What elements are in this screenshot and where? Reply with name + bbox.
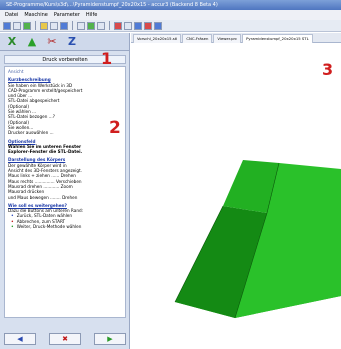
folder-icon[interactable] [40, 21, 48, 30]
zoom-icon[interactable] [77, 21, 85, 30]
next-bullet-icon: • [11, 224, 14, 230]
back-button[interactable]: ◀ [4, 333, 36, 345]
next-button[interactable]: ▶ [94, 333, 126, 345]
tab-cut-icon[interactable]: ✂ [44, 34, 60, 49]
menu-file[interactable]: Datei [5, 12, 18, 18]
tab-document[interactable]: Viewer.prc [213, 34, 242, 43]
tab-x-icon[interactable]: X [4, 34, 20, 49]
3d-model-view [174, 160, 341, 319]
annotation-number-3: 3 [322, 60, 334, 79]
stop-icon[interactable] [114, 21, 122, 30]
annotation-number-2: 2 [109, 118, 121, 138]
grid-icon[interactable] [134, 21, 142, 30]
toolbar [0, 20, 341, 32]
left-pane: X ▲ ✂ Z Druck vorbereiten Ansicht Kurzbe… [0, 33, 130, 349]
view-icon[interactable] [60, 21, 68, 30]
menu-help[interactable]: Hilfe [86, 12, 97, 18]
save-icon[interactable] [13, 21, 21, 30]
toolbar-separator [72, 21, 73, 30]
refresh-icon[interactable] [23, 21, 31, 30]
print-icon[interactable] [50, 21, 58, 30]
settings-icon[interactable] [124, 21, 132, 30]
rotate-icon[interactable] [87, 21, 95, 30]
text-line: Explorer-Fenster die STL-Datei. [8, 149, 83, 155]
annotation-number-1: 1 [101, 49, 113, 68]
window-icon[interactable] [154, 21, 162, 30]
document-tab-bar: Vorschl_20x20x15.stl CNC-Fräsen Viewer.p… [131, 33, 341, 43]
text-line: und Maus bewegen ........ Drehen [8, 194, 78, 200]
menu-machine[interactable]: Maschine [24, 12, 48, 18]
cancel-button[interactable]: ✖ [49, 333, 81, 345]
tab-document[interactable]: CNC-Fräsen [182, 34, 213, 43]
instructions-panel: Ansicht Kurzbeschreibung Sie haben ein W… [4, 66, 126, 318]
navigation-buttons: ◀ ✖ ▶ [4, 333, 126, 345]
pan-icon[interactable] [97, 21, 105, 30]
tab-z-icon[interactable]: Z [64, 34, 80, 49]
window-title-bar: SE-Programme/Kurs\s3d\...\Pyramidenstump… [0, 0, 341, 10]
3d-viewport[interactable] [131, 43, 341, 349]
layout-icon[interactable] [144, 21, 152, 30]
tab-document-active[interactable]: Pyramidenstumpf_20x20x15 STL [242, 34, 313, 43]
tab-shape-icon[interactable]: ▲ [24, 34, 40, 49]
tab-document[interactable]: Vorschl_20x20x15.stl [133, 34, 182, 43]
window-title: SE-Programme/Kurs\s3d\...\Pyramidenstump… [6, 2, 218, 8]
menu-parameter[interactable]: Parameter [54, 12, 80, 18]
list-item: • Weiter, Druck-Methode wählen [11, 224, 122, 229]
toolbar-separator [109, 21, 110, 30]
bullet-text: Weiter, Druck-Methode wählen [16, 224, 82, 230]
text-line: Drucker auswählen ... [8, 130, 54, 136]
panel-label: Ansicht [8, 69, 24, 74]
menu-bar: Datei Maschine Parameter Hilfe [0, 10, 341, 20]
toolbar-separator [35, 21, 36, 30]
open-icon[interactable] [3, 21, 11, 30]
